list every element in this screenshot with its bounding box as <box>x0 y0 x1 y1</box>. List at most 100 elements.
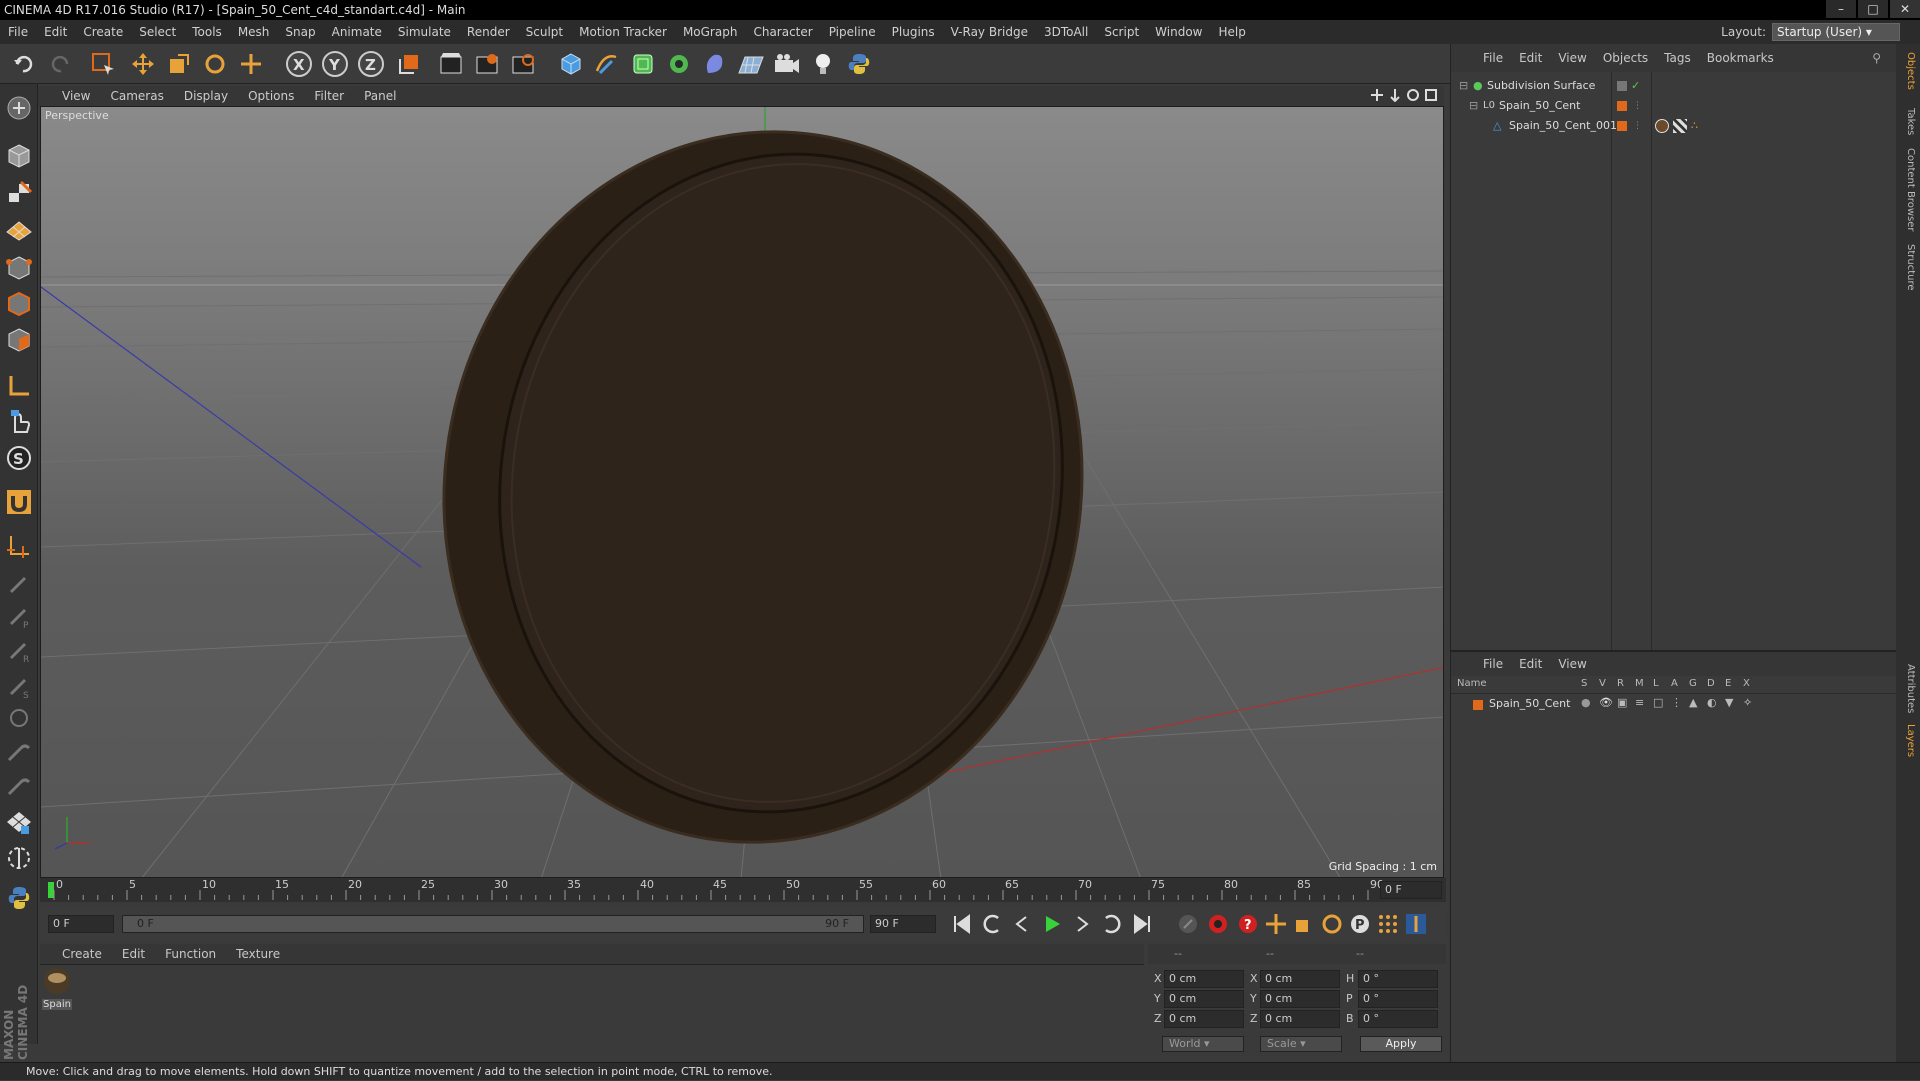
menu-snap[interactable]: Snap <box>277 25 323 39</box>
pos-x-field[interactable]: 0 cm <box>1164 970 1244 988</box>
object-row-subdivision-surface[interactable]: ⊟ ● Subdivision Surface ✓ <box>1451 76 1897 96</box>
view-icon[interactable]: 👁 <box>1599 696 1613 709</box>
objects-menu-edit[interactable]: Edit <box>1511 51 1550 65</box>
next-frame-icon[interactable] <box>1070 912 1094 936</box>
viewport-menu-view[interactable]: View <box>38 89 100 103</box>
tweak-mode-icon[interactable] <box>3 406 35 438</box>
point-level-animation-icon[interactable] <box>1376 912 1400 936</box>
material-menu-edit[interactable]: Edit <box>112 947 155 961</box>
deformer-icon[interactable] <box>700 50 730 78</box>
texture-mode-icon[interactable] <box>3 176 35 208</box>
expressions-icon[interactable]: ▼ <box>1725 696 1733 709</box>
menu-3dtoall[interactable]: 3DToAll <box>1036 25 1096 39</box>
pos-z-field[interactable]: 0 cm <box>1164 1010 1244 1028</box>
make-editable-icon[interactable] <box>3 92 35 124</box>
coordinate-system-icon[interactable] <box>394 50 424 78</box>
visibility-dots-icon[interactable]: ⋮ <box>1633 116 1642 136</box>
menu-plugins[interactable]: Plugins <box>884 25 943 39</box>
menu-file[interactable]: File <box>0 25 36 39</box>
transform-icon[interactable] <box>236 50 266 78</box>
object-row-spain-50-cent[interactable]: ⊟ L0 Spain_50_Cent ⋮ <box>1451 96 1897 116</box>
menu-edit[interactable]: Edit <box>36 25 75 39</box>
material-menu-function[interactable]: Function <box>155 947 226 961</box>
points-mode-icon[interactable] <box>3 252 35 284</box>
search-icon[interactable]: ⚲ <box>1864 51 1889 65</box>
autokey-icon[interactable] <box>1206 912 1230 936</box>
perspective-viewport[interactable]: Perspective Grid Spacing : 1 cm <box>40 106 1444 878</box>
size-x-field[interactable]: 0 cm <box>1260 970 1340 988</box>
workplane-mode-icon[interactable] <box>3 212 35 244</box>
floor-icon[interactable] <box>736 50 766 78</box>
menu-help[interactable]: Help <box>1210 25 1253 39</box>
rotation-key-icon[interactable] <box>1320 912 1344 936</box>
move-icon[interactable] <box>128 50 158 78</box>
rot-p-field[interactable]: 0 ° <box>1358 990 1438 1008</box>
material-menu-texture[interactable]: Texture <box>226 947 290 961</box>
minimize-button[interactable]: – <box>1826 0 1856 18</box>
pan-icon[interactable] <box>1370 88 1384 102</box>
enabled-check-icon[interactable]: ✓ <box>1631 76 1640 96</box>
collapse-icon[interactable]: ⊟ <box>1459 76 1468 96</box>
material-menu-create[interactable]: Create <box>40 947 112 961</box>
snap-icon[interactable]: S <box>3 442 35 474</box>
menu-render[interactable]: Render <box>459 25 518 39</box>
pos-y-field[interactable]: 0 cm <box>1164 990 1244 1008</box>
viewport-menu-panel[interactable]: Panel <box>354 89 406 103</box>
previous-frame-icon[interactable] <box>1010 912 1034 936</box>
material-tag-icon[interactable] <box>1655 119 1669 133</box>
polygons-mode-icon[interactable] <box>3 324 35 356</box>
edges-mode-icon[interactable] <box>3 288 35 320</box>
play-icon[interactable] <box>1040 912 1064 936</box>
viewport-menu-cameras[interactable]: Cameras <box>100 89 173 103</box>
side-tab-takes[interactable]: Takes <box>1900 108 1916 135</box>
model-mode-icon[interactable] <box>3 140 35 172</box>
side-tab-content-browser[interactable]: Content Browser <box>1900 148 1916 231</box>
lock-icon[interactable]: □ <box>1653 696 1663 709</box>
timeline-ruler[interactable]: 0 5 10 15 20 25 30 35 40 45 50 55 60 65 70 75 80 85 90 0 F <box>40 878 1446 902</box>
column-d[interactable]: D <box>1707 678 1715 689</box>
coin-model[interactable] <box>393 107 1133 878</box>
animation-icon[interactable]: ⋮ <box>1671 696 1682 709</box>
menu-tools[interactable]: Tools <box>184 25 230 39</box>
render-region-icon[interactable] <box>3 842 35 874</box>
rotate-icon[interactable] <box>200 50 230 78</box>
objects-menu-tags[interactable]: Tags <box>1656 51 1699 65</box>
column-r[interactable]: R <box>1617 678 1624 689</box>
column-g[interactable]: G <box>1689 678 1697 689</box>
menu-simulate[interactable]: Simulate <box>390 25 459 39</box>
maximize-button[interactable]: □ <box>1858 0 1888 18</box>
column-e[interactable]: E <box>1725 678 1731 689</box>
column-x[interactable]: X <box>1743 678 1750 689</box>
size-z-field[interactable]: 0 cm <box>1260 1010 1340 1028</box>
previous-key-icon[interactable] <box>980 912 1004 936</box>
record-keys-icon[interactable] <box>1176 912 1200 936</box>
layer-color-icon[interactable] <box>1473 700 1483 710</box>
rot-h-field[interactable]: 0 ° <box>1358 970 1438 988</box>
scale-key-icon[interactable] <box>1292 912 1316 936</box>
coordinate-system-dropdown[interactable]: World ▾ <box>1162 1036 1244 1052</box>
timeline-icon[interactable] <box>1404 912 1428 936</box>
current-frame-field[interactable]: 0 F <box>1380 881 1442 899</box>
maximize-view-icon[interactable] <box>1424 88 1438 102</box>
objects-menu-file[interactable]: File <box>1475 51 1511 65</box>
render-picture-viewer-icon[interactable] <box>472 50 502 78</box>
cube-icon[interactable] <box>556 50 586 78</box>
orbit-icon[interactable] <box>1406 88 1420 102</box>
parameter-key-icon[interactable]: P <box>1348 912 1372 936</box>
go-to-end-icon[interactable] <box>1130 912 1154 936</box>
objects-menu-objects[interactable]: Objects <box>1595 51 1656 65</box>
end-frame-field[interactable]: 90 F <box>870 915 936 933</box>
go-to-start-icon[interactable] <box>950 912 974 936</box>
spline-pen-icon[interactable] <box>592 50 622 78</box>
axis-mode-icon[interactable] <box>3 370 35 402</box>
side-tab-objects[interactable]: Objects <box>1900 52 1916 90</box>
material-item[interactable]: Spain <box>42 967 72 1010</box>
menu-character[interactable]: Character <box>745 25 820 39</box>
column-name[interactable]: Name <box>1457 678 1487 689</box>
position-key-icon[interactable] <box>1264 912 1288 936</box>
layer-row[interactable]: Spain_50_Cent ● 👁 ▣ ≡ □ ⋮ ▲ ◐ ▼ ✧ <box>1451 696 1897 714</box>
visibility-dots-icon[interactable]: ⋮ <box>1633 96 1642 116</box>
phong-tag-icon[interactable]: ∴ <box>1691 116 1698 136</box>
menu-window[interactable]: Window <box>1147 25 1210 39</box>
subdivision-surface-icon[interactable] <box>628 50 658 78</box>
